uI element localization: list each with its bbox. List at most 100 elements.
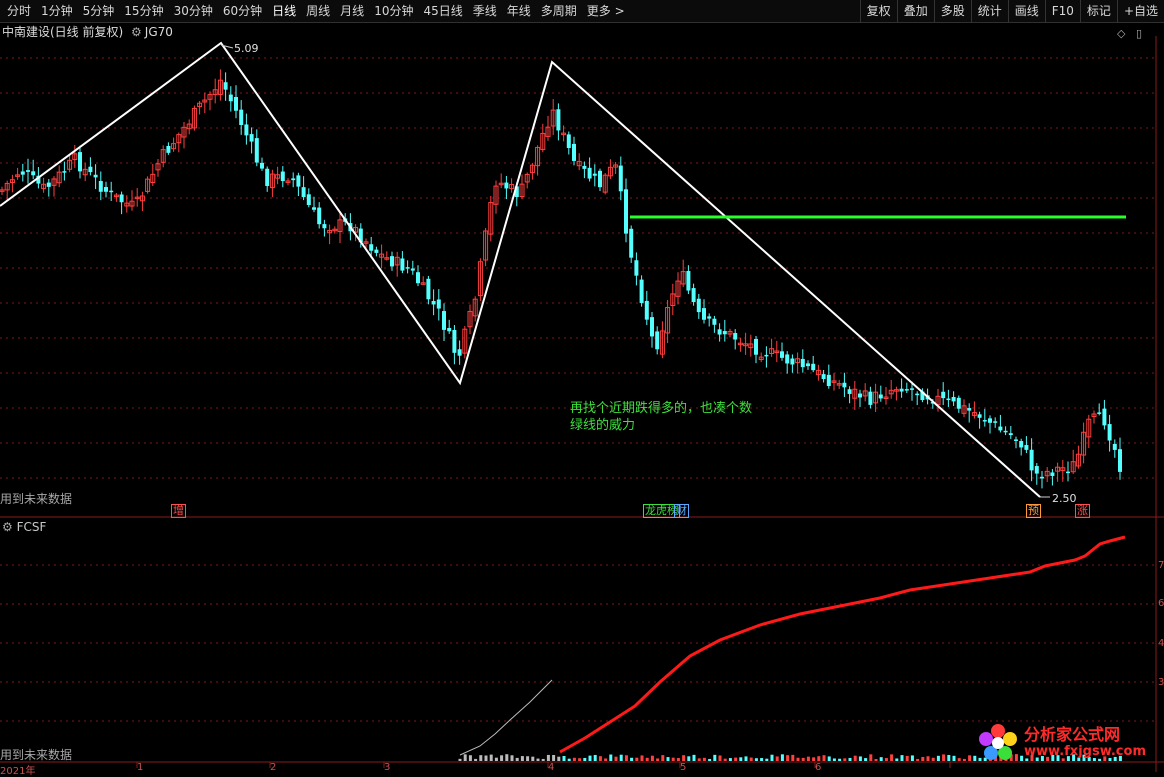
sub-bar — [884, 758, 888, 761]
annotation-line-1: 再找个近期跌得多的，也凑个数 — [570, 401, 753, 416]
sub-bar — [676, 758, 680, 761]
sub-bar — [650, 755, 654, 761]
candle-body — [1107, 424, 1112, 441]
candle-body — [785, 354, 790, 364]
sub-bar — [749, 757, 753, 761]
fcsf-line — [559, 535, 1126, 754]
candle-body — [1066, 471, 1070, 474]
candle-body — [119, 194, 124, 203]
sub-axis-label: 7 — [1158, 560, 1164, 571]
candle-body — [639, 279, 644, 303]
candle-body — [405, 267, 410, 269]
candle-body — [644, 300, 649, 320]
sub-bar — [775, 756, 779, 761]
sub-bar — [962, 758, 966, 761]
future-data-label-sub: 用到未来数据 — [0, 748, 73, 762]
sub-chart-title: ⚙ FCSF — [2, 519, 46, 535]
sub-bar — [552, 754, 556, 761]
candle-body — [265, 168, 270, 186]
watermark-logo: 分析家公式网 www.fxjgsw.com — [976, 722, 1146, 762]
sub-bar — [489, 754, 493, 761]
sub-bar — [760, 758, 764, 761]
sub-bar — [583, 757, 587, 761]
sub-bar — [786, 755, 790, 761]
candle-body — [618, 165, 623, 192]
candle-body — [696, 298, 701, 313]
candle-body — [556, 109, 561, 131]
candle-body — [712, 318, 717, 325]
sub-bar — [682, 755, 686, 761]
candle-body — [977, 414, 982, 418]
candle-body — [790, 358, 795, 365]
sub-bar — [604, 758, 608, 761]
sub-bar — [744, 756, 748, 761]
candle-body — [31, 171, 36, 176]
sub-axis-label: 6 — [1158, 598, 1164, 609]
sub-bar — [515, 757, 519, 761]
candle-body — [452, 329, 457, 353]
sub-bar — [718, 755, 722, 761]
candle-body — [254, 138, 259, 163]
candle-body — [400, 258, 405, 271]
candle-body — [764, 354, 769, 357]
sub-bar — [734, 757, 738, 761]
sub-bar — [458, 758, 462, 761]
candle-body — [1112, 443, 1117, 450]
candle-body — [239, 109, 244, 126]
sub-bar — [588, 755, 592, 761]
sub-bar — [474, 758, 478, 761]
candle-body — [260, 162, 264, 169]
candle-body — [93, 174, 98, 178]
candle-body — [941, 391, 946, 399]
candle-body — [244, 124, 249, 136]
candle-body — [296, 175, 301, 187]
gear-icon[interactable]: ⚙ — [2, 520, 13, 534]
sub-bar — [952, 755, 956, 761]
sub-bar — [567, 758, 571, 761]
candle-body — [1040, 476, 1044, 479]
candle-body — [878, 394, 883, 399]
candle-body — [702, 308, 706, 320]
sub-bar — [510, 755, 514, 761]
sub-bar — [635, 757, 639, 761]
candle-body — [707, 316, 712, 319]
sub-bar — [572, 757, 576, 761]
candle-body — [306, 194, 311, 206]
event-tag-yu[interactable]: 预 — [1026, 504, 1041, 518]
sub-bar — [713, 754, 717, 761]
candle-body — [436, 299, 441, 309]
sub-bar — [708, 758, 712, 761]
sub-bar — [916, 758, 920, 761]
candle-body — [915, 393, 920, 396]
sub-bar — [723, 758, 727, 761]
event-tag-cai[interactable]: 财 — [674, 504, 689, 518]
sub-bar — [505, 754, 509, 761]
sub-bar — [827, 756, 831, 761]
candle-body — [249, 134, 254, 142]
sub-bar — [806, 756, 810, 761]
candle-body — [582, 165, 587, 169]
candle-body — [431, 300, 436, 305]
candle-body — [317, 207, 322, 225]
watermark-title: 分析家公式网 — [1024, 724, 1121, 744]
candle-body — [904, 389, 909, 391]
sub-bar — [661, 755, 665, 761]
sub-bar — [666, 757, 670, 761]
candle-body — [46, 182, 51, 187]
candle-body — [26, 170, 30, 172]
candle-body — [691, 288, 696, 303]
candle-body — [910, 388, 914, 390]
sub-bar — [895, 758, 899, 761]
event-tag-zhang[interactable]: 涨 — [1075, 504, 1090, 518]
candle-body — [1024, 445, 1029, 450]
sub-bar — [614, 756, 618, 761]
sub-bar — [838, 758, 842, 761]
candle-body — [223, 82, 228, 90]
candle-body — [592, 173, 597, 176]
sub-bar — [754, 758, 758, 761]
candle-body — [109, 190, 114, 193]
sub-bar — [900, 755, 904, 761]
event-tag-zeng[interactable]: 增 — [171, 504, 186, 518]
candle-body — [1003, 430, 1008, 433]
sub-bar — [739, 757, 743, 761]
